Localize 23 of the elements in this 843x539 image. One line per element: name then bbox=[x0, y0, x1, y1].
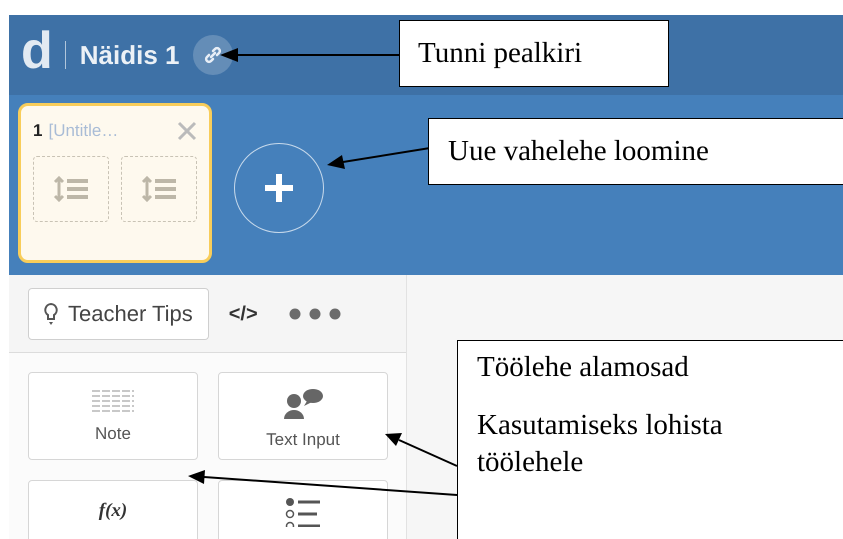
people-talking-icon bbox=[282, 389, 324, 420]
reorder-icon bbox=[140, 174, 178, 202]
lightbulb-icon bbox=[44, 302, 58, 326]
note-icon bbox=[92, 389, 134, 414]
callout-text: Töölehe alamosad bbox=[477, 350, 690, 385]
reorder-icon bbox=[52, 174, 90, 202]
component-tile[interactable]: f(x) bbox=[28, 480, 198, 539]
screen-number: 1 bbox=[33, 120, 42, 142]
link-icon[interactable] bbox=[193, 35, 234, 75]
callout-text: Uue vahelehe loomine bbox=[448, 134, 709, 169]
code-button[interactable]: </> bbox=[226, 298, 260, 329]
component-tile[interactable]: Note bbox=[28, 372, 198, 460]
list-icon bbox=[285, 497, 321, 528]
more-icon[interactable] bbox=[288, 306, 342, 321]
add-screen-button[interactable] bbox=[234, 143, 324, 233]
activity-title[interactable]: Näidis 1 bbox=[80, 36, 180, 74]
component-tile[interactable]: Text Input bbox=[218, 372, 388, 460]
function-symbol: f(x) bbox=[98, 499, 128, 524]
callout-text: Kasutamiseks lohista töölehele bbox=[477, 408, 724, 480]
teacher-tips-button[interactable]: Teacher Tips bbox=[28, 288, 209, 340]
screen-title: [Untitle… bbox=[48, 120, 118, 142]
logo[interactable]: d bbox=[21, 25, 53, 85]
callout-text: Tunni pealkiri bbox=[418, 36, 582, 71]
